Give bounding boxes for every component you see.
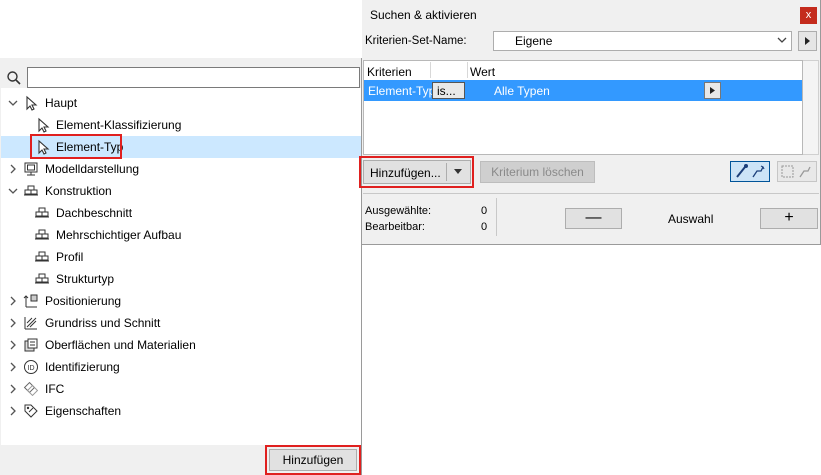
tree-item-label: Haupt <box>45 96 78 110</box>
pick-up-parameters-button[interactable] <box>730 161 770 182</box>
operator-value: is... <box>437 84 456 98</box>
column-header-kriterien: Kriterien <box>367 65 412 79</box>
monitor-icon <box>23 161 39 177</box>
id-icon: ID <box>23 359 39 375</box>
highlight-frame <box>30 134 122 159</box>
marquee-select-button[interactable] <box>777 161 817 182</box>
section-divider <box>496 198 497 236</box>
tree-item-grundriss-und-schnitt[interactable]: Grundriss und Schnitt <box>1 312 361 334</box>
tree-item-eigenschaften[interactable]: Eigenschaften <box>1 400 361 422</box>
chevron-down-icon[interactable] <box>8 186 18 196</box>
bricks-icon <box>34 205 50 221</box>
tree-item-label: Modelldarstellung <box>45 162 140 176</box>
tree-item-label: Profil <box>56 250 84 264</box>
tree-item-ifc[interactable]: IFC <box>1 378 361 400</box>
bricks-icon <box>34 249 50 265</box>
column-divider <box>467 62 468 78</box>
tree-item-positionierung[interactable]: Positionierung <box>1 290 361 312</box>
bricks-icon <box>23 183 39 199</box>
tree-item-label: Identifizierung <box>45 360 120 374</box>
tree-item-label: Eigenschaften <box>45 404 122 418</box>
pointer-arrow-icon <box>35 117 51 133</box>
tree-item-element-klassifizierung[interactable]: Element-Klassifizierung <box>1 114 361 136</box>
materials-icon <box>23 337 39 353</box>
table-scrollbar[interactable] <box>803 60 819 155</box>
tree-item-label: IFC <box>45 382 65 396</box>
close-button[interactable]: x <box>800 7 817 24</box>
tree-item-dachbeschnitt[interactable]: Dachbeschnitt <box>1 202 361 224</box>
tree-item-oberflaechen-und-materialien[interactable]: Oberflächen und Materialien <box>1 334 361 356</box>
column-divider <box>430 62 431 78</box>
svg-text:ID: ID <box>28 365 35 372</box>
tree-item-label: Grundriss und Schnitt <box>45 316 161 330</box>
search-input[interactable] <box>27 67 360 88</box>
criteria-set-menu-button[interactable] <box>798 31 817 51</box>
tree-item-strukturtyp[interactable]: Strukturtyp <box>1 268 361 290</box>
value-picker-button[interactable] <box>704 82 721 99</box>
tree-item-label: Oberflächen und Materialien <box>45 338 196 352</box>
section-divider <box>363 193 819 194</box>
chevron-right-icon[interactable] <box>8 340 18 350</box>
criterion-value: Alle Typen <box>494 84 550 98</box>
tree-item-profil[interactable]: Profil <box>1 246 361 268</box>
tree-item-label: Strukturtyp <box>56 272 115 286</box>
chevron-right-icon[interactable] <box>8 406 18 416</box>
chevron-down-icon <box>777 36 787 44</box>
selected-count-label: Ausgewählte: <box>365 205 432 217</box>
editable-count-label: Bearbeitbar: <box>365 221 425 233</box>
tree-item-haupt[interactable]: Haupt <box>1 92 361 114</box>
tree-item-modelldarstellung[interactable]: Modelldarstellung <box>1 158 361 180</box>
tree-item-label: Mehrschichtiger Aufbau <box>56 228 182 242</box>
chevron-right-icon[interactable] <box>8 362 18 372</box>
bricks-icon <box>34 227 50 243</box>
tree-item-identifizierung[interactable]: ID Identifizierung <box>1 356 361 378</box>
highlight-frame <box>265 445 361 475</box>
tree-item-label: Positionierung <box>45 294 122 308</box>
criterion-name: Element-Typ <box>368 84 436 98</box>
tree-item-label: Element-Klassifizierung <box>56 118 182 132</box>
deselect-button[interactable]: — <box>565 208 622 229</box>
tag-icon <box>23 403 39 419</box>
criteria-table <box>363 60 803 155</box>
dialog-title: Suchen & aktivieren <box>370 8 477 22</box>
chevron-down-icon[interactable] <box>8 98 18 108</box>
highlight-frame <box>359 156 474 188</box>
positioning-icon <box>23 293 39 309</box>
ifc-icon <box>23 381 39 397</box>
pointer-arrow-icon <box>23 95 39 111</box>
criteria-set-value: Eigene <box>515 34 553 48</box>
tree-item-label: Konstruktion <box>45 184 112 198</box>
delete-criterion-button[interactable]: Kriterium löschen <box>480 161 595 183</box>
floorplan-icon <box>23 315 39 331</box>
search-icon <box>6 70 22 86</box>
chevron-right-icon[interactable] <box>8 318 18 328</box>
chevron-right-icon[interactable] <box>8 296 18 306</box>
selection-label: Auswahl <box>668 212 714 226</box>
chevron-right-icon[interactable] <box>8 164 18 174</box>
editable-count-value: 0 <box>481 221 488 233</box>
tree-item-konstruktion[interactable]: Konstruktion <box>1 180 361 202</box>
column-header-wert: Wert <box>470 65 496 79</box>
chevron-right-icon[interactable] <box>8 384 18 394</box>
select-button[interactable]: + <box>760 208 818 229</box>
selected-count-value: 0 <box>481 205 488 217</box>
criteria-set-label: Kriterien-Set-Name: <box>365 35 467 47</box>
bricks-icon <box>34 271 50 287</box>
tree-item-label: Dachbeschnitt <box>56 206 133 220</box>
tree-item-mehrschichtiger-aufbau[interactable]: Mehrschichtiger Aufbau <box>1 224 361 246</box>
